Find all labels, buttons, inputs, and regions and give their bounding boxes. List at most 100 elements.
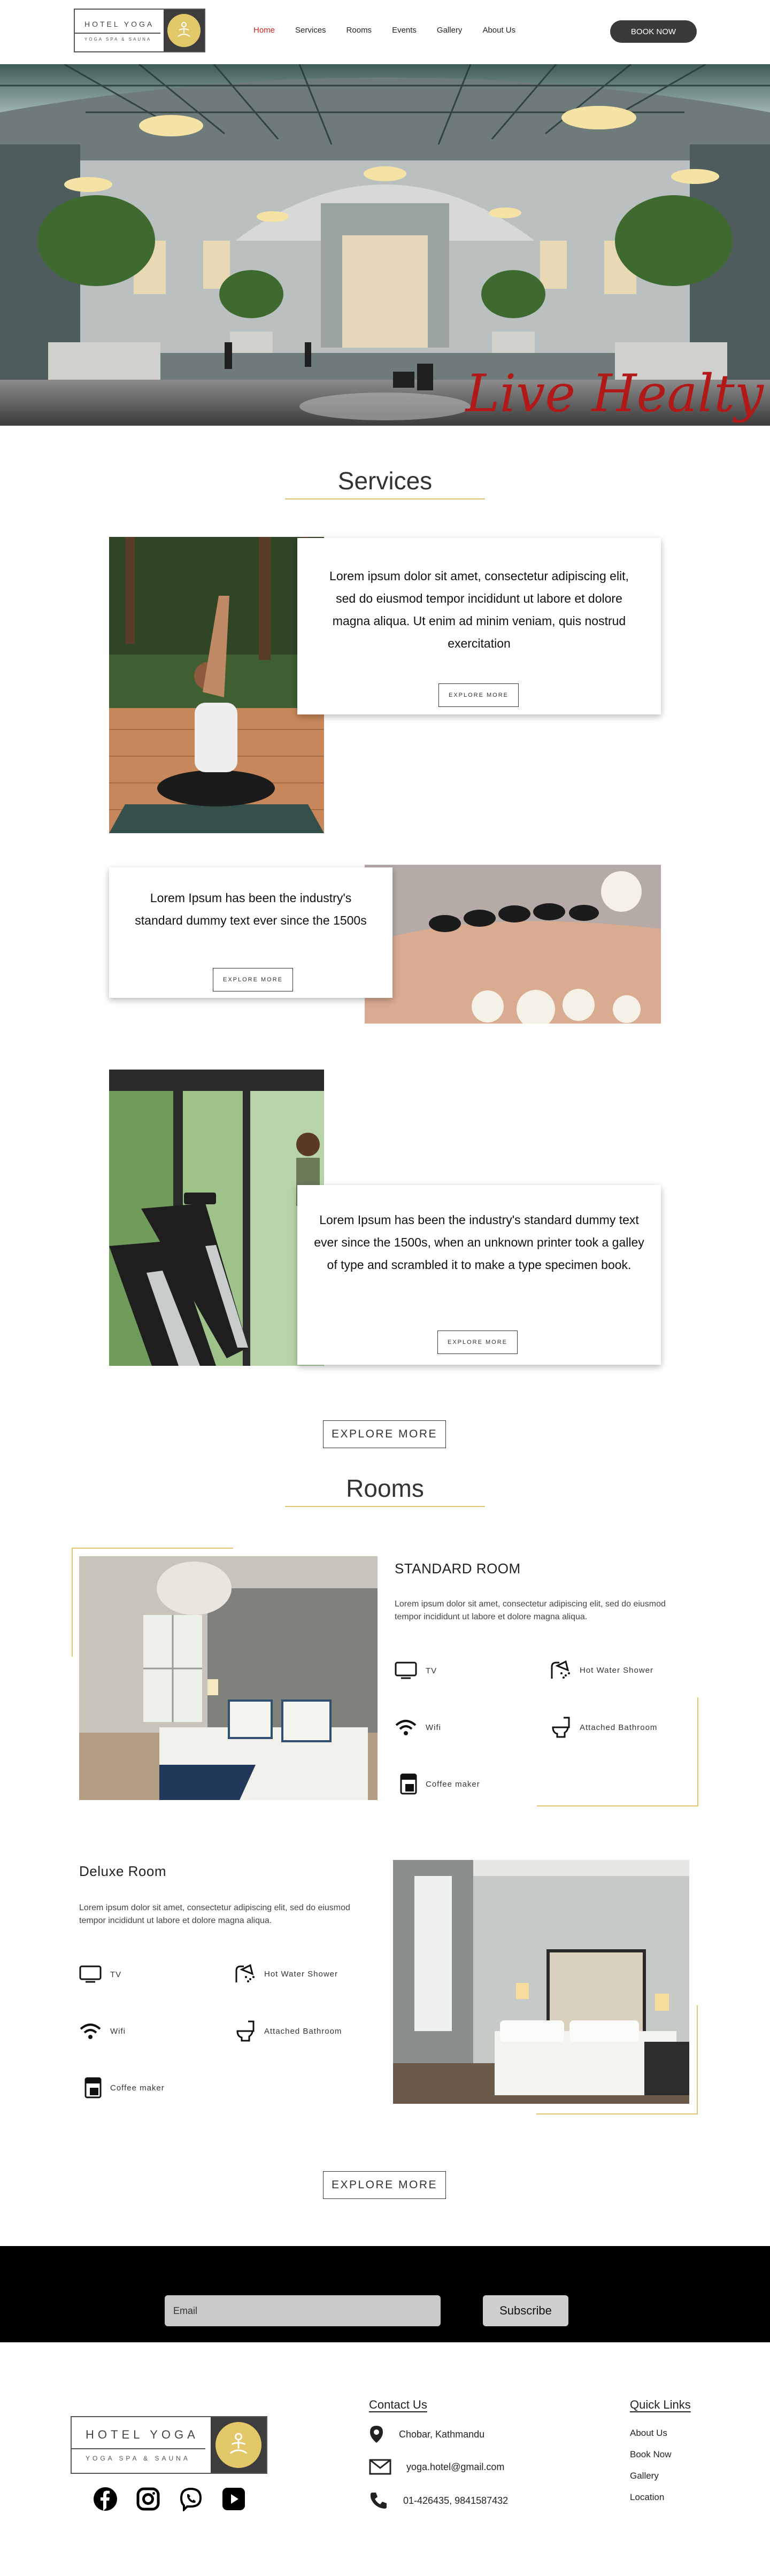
standard-room-frame-top [72, 1548, 233, 1549]
site-header: HOTEL YOGA YOGA SPA & SAUNA Home Service… [0, 0, 770, 64]
mail-icon [369, 2459, 391, 2475]
shower-icon [551, 1660, 570, 1679]
yoga-pose-photo [109, 537, 324, 833]
newsletter-section: Subscribe [0, 2246, 770, 2342]
standard-amenity-shower: Hot Water Shower [550, 1660, 653, 1680]
quick-links-heading: Quick Links [630, 2398, 691, 2411]
services-title: Services [337, 467, 433, 495]
standard-amenity-bathroom: Attached Bathroom [550, 1717, 657, 1738]
nav-home[interactable]: Home [253, 26, 275, 35]
logo-divider [75, 32, 160, 34]
quick-link-gallery[interactable]: Gallery [630, 2471, 659, 2481]
viber-icon[interactable] [179, 2487, 203, 2511]
nav-gallery[interactable]: Gallery [437, 26, 463, 35]
meditation-icon [167, 14, 201, 47]
nav-about-us[interactable]: About Us [482, 26, 515, 35]
toilet-icon [236, 2020, 255, 2042]
service-card-3: Lorem Ipsum has been the industry's stan… [297, 1185, 661, 1365]
contact-address-text: Chobar, Kathmandu [399, 2428, 485, 2440]
quick-link-location[interactable]: Location [630, 2492, 664, 2503]
nav-events[interactable]: Events [392, 26, 417, 35]
amenity-label: Wifi [110, 2026, 126, 2036]
amenity-label: Hot Water Shower [264, 1969, 338, 1979]
contact-email-text: yoga.hotel@gmail.com [406, 2461, 505, 2472]
amenity-label: Attached Bathroom [580, 1723, 658, 1732]
toilet-icon [552, 1717, 570, 1738]
contact-email[interactable]: yoga.hotel@gmail.com [369, 2459, 504, 2475]
standard-room-frame-right [697, 1697, 698, 1806]
logo-name: HOTEL YOGA [84, 19, 155, 28]
main-nav: Home Services Rooms Events Gallery About… [253, 26, 536, 35]
email-input[interactable] [165, 2295, 441, 2326]
subscribe-button[interactable]: Subscribe [483, 2295, 568, 2326]
deluxe-amenity-wifi: Wifi [79, 2023, 126, 2040]
service-1-text: Lorem ipsum dolor sit amet, consectetur … [329, 569, 629, 650]
rooms-title-underline [285, 1506, 485, 1507]
services-title-underline [285, 498, 485, 499]
standard-room-frame-bottom [537, 1805, 698, 1806]
service-2-text: Lorem Ipsum has been the industry's stan… [135, 891, 367, 927]
standard-room-frame-left [72, 1548, 73, 1657]
contact-phone-text: 01-426435, 9841587432 [403, 2495, 509, 2506]
contact-us-heading: Contact Us [369, 2398, 427, 2411]
book-now-button[interactable]: BOOK NOW [610, 20, 697, 43]
deluxe-room-photo [393, 1860, 689, 2104]
service-2-explore-button[interactable]: EXPLORE MORE [213, 968, 293, 991]
service-3-explore-button[interactable]: EXPLORE MORE [437, 1331, 518, 1354]
services-explore-more-button[interactable]: EXPLORE MORE [323, 1420, 446, 1448]
service-1-explore-button[interactable]: EXPLORE MORE [438, 683, 519, 707]
wifi-icon [80, 2024, 101, 2039]
gym-treadmill-photo [109, 1070, 324, 1366]
wifi-icon [395, 1720, 417, 1735]
footer-logo[interactable]: HOTEL YOGA YOGA SPA & SAUNA [71, 2416, 267, 2474]
youtube-icon[interactable] [221, 2487, 246, 2511]
instagram-icon[interactable] [136, 2487, 160, 2511]
shower-icon [235, 1964, 255, 1982]
coffee-maker-icon [84, 2077, 102, 2098]
meditation-icon [215, 2422, 261, 2468]
hero-banner: Live Healty [0, 64, 770, 426]
amenity-label: Wifi [426, 1723, 441, 1732]
logo-text: HOTEL YOGA YOGA SPA & SAUNA [72, 2417, 211, 2473]
amenity-label: TV [426, 1666, 437, 1675]
hero-tagline: Live Healty [465, 364, 764, 424]
amenity-label: TV [110, 1970, 122, 1979]
service-3-text: Lorem Ipsum has been the industry's stan… [314, 1213, 644, 1272]
tv-icon [79, 1965, 102, 1983]
service-card-2: Lorem Ipsum has been the industry's stan… [109, 867, 392, 998]
deluxe-amenity-tv: TV [79, 1965, 121, 1983]
phone-icon [370, 2493, 387, 2509]
rooms-title: Rooms [346, 1474, 424, 1502]
amenity-label: Hot Water Shower [580, 1665, 653, 1675]
rooms-explore-more-button[interactable]: EXPLORE MORE [323, 2171, 446, 2199]
nav-services[interactable]: Services [295, 26, 326, 35]
deluxe-room-frame-bottom [536, 2113, 698, 2114]
location-pin-icon [370, 2426, 383, 2443]
deluxe-room-frame-right [697, 2005, 698, 2114]
service-card-1: Lorem ipsum dolor sit amet, consectetur … [297, 538, 661, 714]
header-logo[interactable]: HOTEL YOGA YOGA SPA & SAUNA [74, 9, 205, 52]
quick-link-about-us[interactable]: About Us [630, 2428, 667, 2439]
facebook-icon[interactable] [93, 2487, 118, 2511]
coffee-maker-icon [400, 1773, 417, 1795]
standard-room-title: STANDARD ROOM [395, 1560, 521, 1577]
nav-rooms[interactable]: Rooms [346, 26, 372, 35]
deluxe-room-title: Deluxe Room [79, 1863, 167, 1879]
deluxe-room-description: Lorem ipsum dolor sit amet, consectetur … [79, 1903, 350, 1925]
standard-amenity-wifi: Wifi [395, 1719, 441, 1736]
standard-room-photo [79, 1556, 378, 1800]
contact-phone[interactable]: 01-426435, 9841587432 [369, 2491, 508, 2510]
logo-name: HOTEL YOGA [86, 2428, 199, 2441]
standard-amenity-coffee: Coffee maker [400, 1773, 480, 1795]
deluxe-amenity-shower: Hot Water Shower [234, 1964, 338, 1983]
hot-stone-massage-photo [365, 865, 661, 1024]
standard-room-description: Lorem ipsum dolor sit amet, consectetur … [395, 1600, 666, 1621]
amenity-label: Coffee maker [110, 2083, 165, 2093]
social-links [93, 2487, 246, 2511]
logo-badge [164, 10, 204, 51]
quick-link-book-now[interactable]: Book Now [630, 2449, 671, 2460]
logo-tagline: YOGA SPA & SAUNA [84, 36, 152, 42]
deluxe-amenity-bathroom: Attached Bathroom [234, 2020, 342, 2042]
logo-divider [72, 2448, 205, 2449]
standard-amenity-tv: TV [395, 1662, 437, 1680]
